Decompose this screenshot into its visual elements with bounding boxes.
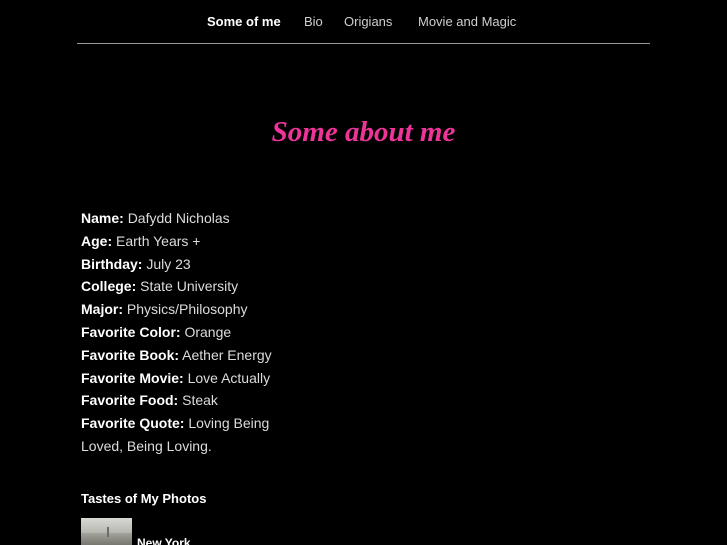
photo-caption-link[interactable]: New York (137, 536, 191, 545)
profile-value: Earth Years + (116, 232, 201, 249)
profile-label: Favorite Book: (81, 346, 180, 363)
profile-row-college: College: State University (81, 275, 281, 298)
profile-row-favorite-book: Favorite Book: Aether Energy (81, 344, 281, 367)
profile-label: Major: (81, 301, 123, 318)
profile-row-favorite-food: Favorite Food: Steak (81, 389, 281, 412)
profile-row-favorite-movie: Favorite Movie: Love Actually (81, 367, 281, 390)
profile-row-favorite-quote: Favorite Quote: Loving Being Loved, Bein… (81, 412, 281, 458)
profile-value: Dafydd Nicholas (127, 210, 230, 226)
profile-label: Favorite Food: (81, 392, 179, 409)
profile-value: Aether Energy (182, 346, 272, 363)
profile-row-age: Age: Earth Years + (81, 230, 281, 253)
profile-value: Orange (184, 323, 232, 340)
nav-item-movie-and-magic[interactable]: Movie and Magic (418, 14, 516, 30)
photos-heading: Tastes of My Photos (81, 491, 207, 506)
page-title: Some about me (271, 116, 456, 148)
profile-value: July 23 (146, 255, 191, 272)
profile-value: State University (140, 278, 239, 295)
nav-divider (77, 43, 650, 44)
profile-label: College: (81, 278, 137, 295)
profile-label: Favorite Movie: (81, 369, 184, 386)
profile-row-name: Name: Dafydd Nicholas (81, 207, 281, 230)
nav-item-bio[interactable]: Bio (304, 14, 323, 30)
nav-item-origians[interactable]: Origians (344, 14, 392, 30)
photo-thumbnail-new-york[interactable] (81, 518, 132, 545)
profile-label: Birthday: (81, 255, 143, 272)
photo-tower-image (107, 527, 109, 537)
profile-value: Physics/Philosophy (126, 301, 248, 318)
profile-label: Favorite Color: (81, 323, 181, 340)
profile-row-favorite-color: Favorite Color: Orange (81, 321, 281, 344)
nav-item-some-of-me[interactable]: Some of me (207, 14, 281, 30)
top-navigation: Some of me Bio Origians Movie and Magic (0, 0, 727, 44)
profile-row-birthday: Birthday: July 23 (81, 253, 281, 276)
profile-details: Name: Dafydd Nicholas Age: Earth Years +… (81, 207, 281, 458)
profile-value: Love Actually (187, 369, 271, 386)
profile-value: Steak (182, 392, 218, 409)
profile-label: Favorite Quote: (81, 415, 185, 432)
profile-row-major: Major: Physics/Philosophy (81, 298, 281, 321)
profile-label: Age: (81, 232, 113, 249)
profile-label: Name: (81, 210, 124, 226)
